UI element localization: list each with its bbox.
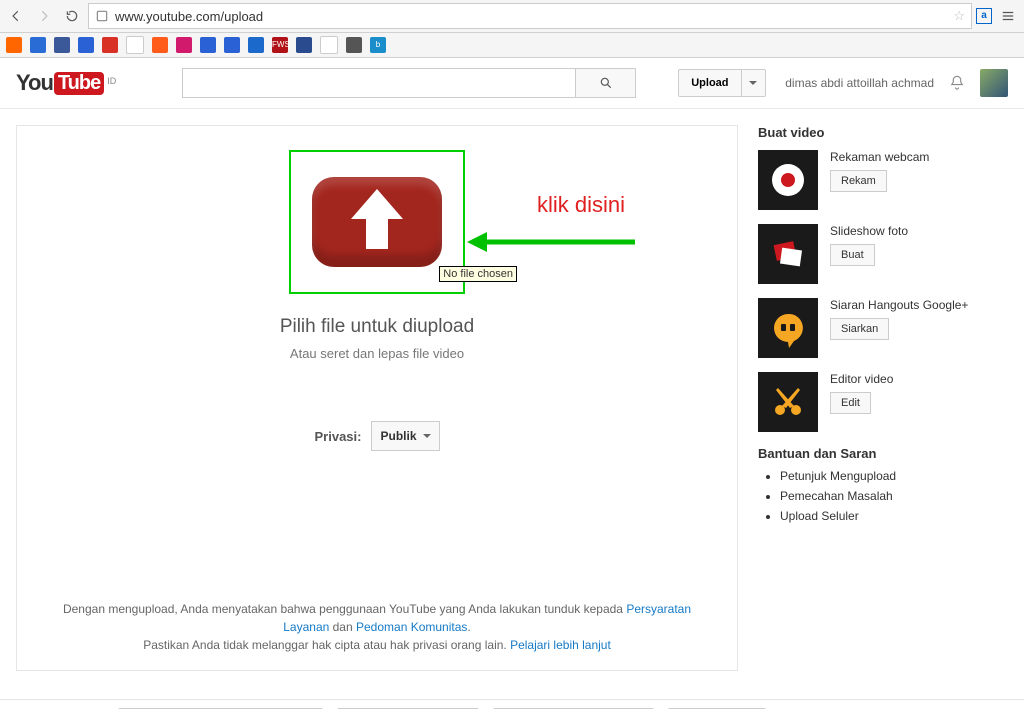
bookmark-icon[interactable] <box>176 37 192 53</box>
bookmark-bar: FWS b <box>0 33 1024 58</box>
bookmark-icon[interactable] <box>102 37 118 53</box>
help-list: Petunjuk Mengupload Pemecahan Masalah Up… <box>758 469 1008 523</box>
scissors-icon <box>758 372 818 432</box>
user-area: dimas abdi attoillah achmad <box>785 69 1008 97</box>
logo-you: You <box>16 70 53 96</box>
bookmark-icon[interactable]: FWS <box>272 37 288 53</box>
sidebar-item-editor: Editor video Edit <box>758 372 1008 432</box>
sidebar: Buat video Rekaman webcam Rekam Slidesho… <box>758 125 1008 671</box>
learn-more-link[interactable]: Pelajari lebih lanjut <box>510 638 611 652</box>
privacy-select[interactable]: Publik <box>371 421 439 451</box>
back-button[interactable] <box>4 4 28 28</box>
upload-dropdown-button[interactable] <box>742 69 766 97</box>
sidebar-item-webcam: Rekaman webcam Rekam <box>758 150 1008 210</box>
bookmark-icon[interactable] <box>224 37 240 53</box>
edit-button[interactable]: Edit <box>830 392 871 414</box>
address-bar[interactable]: www.youtube.com/upload ☆ <box>88 3 972 29</box>
sidebar-item-label: Slideshow foto <box>830 224 1008 238</box>
privacy-row: Privasi: Publik <box>315 421 440 451</box>
bookmark-star-icon[interactable]: ☆ <box>953 8 965 24</box>
username[interactable]: dimas abdi attoillah achmad <box>785 76 934 90</box>
upload-button[interactable]: Upload <box>678 69 741 97</box>
chevron-down-icon <box>749 81 757 85</box>
sidebar-help-heading: Bantuan dan Saran <box>758 446 1008 461</box>
bookmark-icon[interactable] <box>30 37 46 53</box>
record-button[interactable]: Rekam <box>830 170 887 192</box>
logo-region: ID <box>107 76 116 86</box>
slideshow-icon <box>758 224 818 284</box>
help-list-item[interactable]: Upload Seluler <box>780 509 1008 523</box>
sidebar-item-label: Siaran Hangouts Google+ <box>830 298 1008 312</box>
bookmark-icon[interactable] <box>54 37 70 53</box>
site-footer: You Tube Bahasa: Bahasa Indonesia Negara… <box>0 699 1024 709</box>
upload-file-target[interactable]: No file chosen <box>289 150 465 294</box>
chevron-down-icon <box>423 434 431 438</box>
sidebar-item-hangouts: Siaran Hangouts Google+ Siarkan <box>758 298 1008 358</box>
page-content: You Tube ID Upload dimas abdi attoillah … <box>0 58 1024 709</box>
youtube-logo[interactable]: You Tube ID <box>16 70 116 96</box>
avatar[interactable] <box>980 69 1008 97</box>
site-header: You Tube ID Upload dimas abdi attoillah … <box>0 58 1024 109</box>
file-input-tooltip: No file chosen <box>439 266 517 282</box>
help-list-item[interactable]: Petunjuk Mengupload <box>780 469 1008 483</box>
reload-button[interactable] <box>60 4 84 28</box>
logo-tube: Tube <box>54 72 104 95</box>
upload-panel: No file chosen klik disini Pilih file un… <box>16 125 738 671</box>
search-icon <box>599 76 613 90</box>
bookmark-icon[interactable] <box>320 36 338 54</box>
bookmark-icon[interactable] <box>346 37 362 53</box>
bookmark-icon[interactable] <box>248 37 264 53</box>
upload-subtitle: Atau seret dan lepas file video <box>290 346 464 361</box>
create-button[interactable]: Buat <box>830 244 875 266</box>
upload-title: Pilih file untuk diupload <box>280 316 474 338</box>
terms-text: Dengan mengupload, Anda menyatakan bahwa… <box>17 590 737 670</box>
bookmark-icon[interactable] <box>296 37 312 53</box>
community-guidelines-link[interactable]: Pedoman Komunitas <box>356 620 467 634</box>
annotation-label: klik disini <box>473 192 567 218</box>
bell-icon[interactable] <box>948 74 966 92</box>
upload-button-group: Upload <box>678 69 765 97</box>
search-wrap <box>182 68 636 98</box>
sidebar-item-label: Editor video <box>830 372 1008 386</box>
search-input[interactable] <box>182 68 576 98</box>
upload-icon <box>312 177 442 267</box>
bookmark-icon[interactable] <box>152 37 168 53</box>
search-button[interactable] <box>576 68 636 98</box>
privacy-label: Privasi: <box>315 429 362 444</box>
bookmark-icon[interactable] <box>6 37 22 53</box>
sidebar-create-heading: Buat video <box>758 125 1008 140</box>
webcam-icon <box>758 150 818 210</box>
url-text: www.youtube.com/upload <box>115 9 263 24</box>
help-list-item[interactable]: Pemecahan Masalah <box>780 489 1008 503</box>
annotation-arrow-icon <box>467 230 637 254</box>
bookmark-icon[interactable] <box>200 37 216 53</box>
sidebar-item-slideshow: Slideshow foto Buat <box>758 224 1008 284</box>
hangouts-icon <box>758 298 818 358</box>
bookmark-icon[interactable]: b <box>370 37 386 53</box>
forward-button[interactable] <box>32 4 56 28</box>
menu-icon[interactable] <box>996 4 1020 28</box>
privacy-value: Publik <box>380 429 416 443</box>
broadcast-button[interactable]: Siarkan <box>830 318 889 340</box>
bookmark-icon[interactable] <box>126 36 144 54</box>
bookmark-icon[interactable] <box>78 37 94 53</box>
browser-nav-bar: www.youtube.com/upload ☆ a <box>0 0 1024 33</box>
extension-a-icon[interactable]: a <box>976 8 992 24</box>
sidebar-item-label: Rekaman webcam <box>830 150 1008 164</box>
